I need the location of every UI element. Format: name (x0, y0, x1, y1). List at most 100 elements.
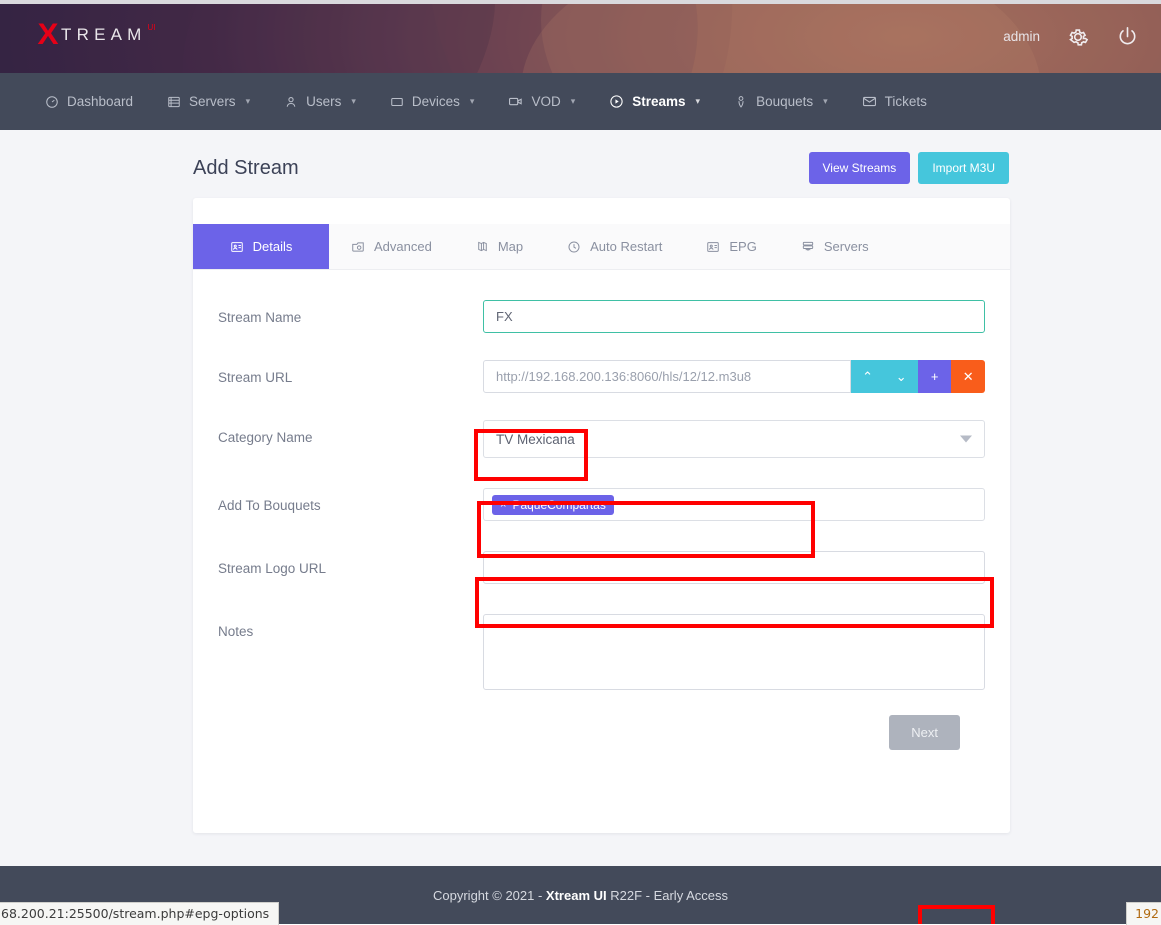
servers-icon (167, 95, 181, 109)
nav-label: Tickets (885, 94, 927, 109)
category-name-value: TV Mexicana (496, 432, 575, 447)
nav-item-streams[interactable]: Streams ▾ (592, 73, 717, 130)
footer-copyright: Copyright © 2021 - Xtream UI R22F - Earl… (433, 888, 728, 903)
tab-label: Advanced (374, 239, 432, 254)
tab-servers[interactable]: Servers (779, 224, 891, 269)
add-url-button[interactable]: + (918, 360, 952, 393)
current-user-label[interactable]: admin (1003, 29, 1040, 44)
nav-item-tickets[interactable]: Tickets (845, 73, 944, 130)
nav-label: Bouquets (756, 94, 813, 109)
notes-textarea[interactable] (483, 614, 985, 690)
add-stream-card: Details Advanced (193, 198, 1010, 833)
bouquet-chip-label: PaqueCompartas (512, 498, 605, 512)
tab-label: Details (253, 239, 293, 254)
stream-name-input[interactable] (483, 300, 985, 333)
bouquet-chip[interactable]: × PaqueCompartas (492, 495, 614, 515)
epg-icon (706, 240, 720, 254)
logo-superscript: UI (148, 23, 156, 32)
details-icon (230, 240, 244, 254)
nav-item-bouquets[interactable]: Bouquets ▾ (717, 73, 845, 130)
nav-item-vod[interactable]: VOD ▾ (491, 73, 592, 130)
tab-label: EPG (729, 239, 756, 254)
page-header-actions: View Streams Import M3U (809, 152, 1010, 184)
category-name-select[interactable]: TV Mexicana (483, 420, 985, 458)
move-up-button[interactable]: ⌃ (851, 360, 885, 393)
stream-logo-url-wrap (483, 551, 985, 584)
video-icon (508, 94, 523, 109)
nav-label: Servers (189, 94, 236, 109)
import-m3u-button[interactable]: Import M3U (918, 152, 1009, 184)
nav-label: VOD (531, 94, 560, 109)
add-to-bouquets-label: Add To Bouquets (218, 488, 483, 513)
field-row-add-to-bouquets: Add To Bouquets × PaqueCompartas (218, 488, 985, 521)
stream-tabs: Details Advanced (193, 224, 1010, 270)
tab-label: Map (498, 239, 523, 254)
clock-icon (567, 240, 581, 254)
add-stream-form: Stream Name Stream URL ⌃ ⌄ + (193, 270, 1010, 784)
view-streams-button[interactable]: View Streams (809, 152, 911, 184)
bouquet-icon (734, 95, 748, 109)
stream-url-label: Stream URL (218, 360, 483, 385)
move-down-button[interactable]: ⌄ (884, 360, 918, 393)
advanced-icon (351, 240, 365, 254)
add-to-bouquets-wrap: × PaqueCompartas (483, 488, 985, 521)
remove-url-button[interactable]: ✕ (951, 360, 985, 393)
device-icon (390, 95, 404, 109)
tab-details[interactable]: Details (193, 224, 329, 269)
window-top-strip (0, 0, 1161, 4)
copyright-brand: Xtream UI (546, 888, 607, 903)
servers-icon (801, 240, 815, 254)
tab-auto-restart[interactable]: Auto Restart (545, 224, 684, 269)
logo-wordmark: TREAM (61, 25, 147, 45)
copyright-prefix: Copyright © 2021 - (433, 888, 546, 903)
nav-item-users[interactable]: Users ▾ (267, 73, 373, 130)
stream-url-group: ⌃ ⌄ + ✕ (483, 360, 985, 393)
stream-name-wrap (483, 300, 985, 333)
brand-header: X TREAM UI admin (0, 0, 1161, 73)
tab-epg[interactable]: EPG (684, 224, 778, 269)
background-swoosh (521, 0, 1041, 73)
nav-label: Streams (632, 94, 685, 109)
nav-label: Users (306, 94, 341, 109)
tab-advanced[interactable]: Advanced (329, 224, 454, 269)
chevron-down-icon: ▾ (470, 96, 475, 107)
close-icon[interactable]: × (500, 499, 506, 511)
app-logo[interactable]: X TREAM UI (38, 20, 156, 50)
form-actions: Next (218, 715, 985, 750)
map-icon (476, 240, 489, 253)
stream-url-input[interactable] (483, 360, 851, 393)
chevron-down-icon: ▾ (696, 96, 701, 107)
page-content: Add Stream View Streams Import M3U (0, 130, 1161, 833)
nav-item-dashboard[interactable]: Dashboard (28, 73, 150, 130)
chevron-down-icon: ▾ (823, 96, 828, 107)
logo-x-mark: X (37, 20, 58, 50)
nav-label: Devices (412, 94, 460, 109)
chevron-down-icon: ▾ (246, 96, 251, 107)
field-row-stream-url: Stream URL ⌃ ⌄ + ✕ (218, 360, 985, 393)
dashboard-icon (45, 95, 59, 109)
nav-label: Dashboard (67, 94, 133, 109)
chevron-down-icon: ▾ (351, 96, 356, 107)
nav-item-devices[interactable]: Devices ▾ (373, 73, 492, 130)
tab-map[interactable]: Map (454, 224, 545, 269)
gear-icon[interactable] (1066, 25, 1090, 49)
field-row-notes: Notes (218, 614, 985, 695)
stream-logo-url-input[interactable] (483, 551, 985, 584)
nav-item-servers[interactable]: Servers ▾ (150, 73, 267, 130)
card-top-spacer (193, 198, 1010, 224)
stream-name-label: Stream Name (218, 300, 483, 325)
power-icon[interactable] (1116, 25, 1139, 48)
notes-label: Notes (218, 614, 483, 639)
add-to-bouquets-field[interactable]: × PaqueCompartas (483, 488, 985, 521)
browser-status-bar: 68.200.21:25500/stream.php#epg-options (0, 902, 279, 925)
next-button[interactable]: Next (889, 715, 960, 750)
chevron-down-icon: ▾ (571, 96, 576, 107)
field-row-stream-name: Stream Name (218, 300, 985, 333)
mail-icon (862, 94, 877, 109)
tab-label: Auto Restart (590, 239, 662, 254)
field-row-category-name: Category Name TV Mexicana (218, 420, 985, 458)
copyright-suffix: R22F - Early Access (607, 888, 728, 903)
tab-label: Servers (824, 239, 869, 254)
page-title: Add Stream (193, 157, 299, 180)
chevron-down-icon (960, 436, 972, 443)
